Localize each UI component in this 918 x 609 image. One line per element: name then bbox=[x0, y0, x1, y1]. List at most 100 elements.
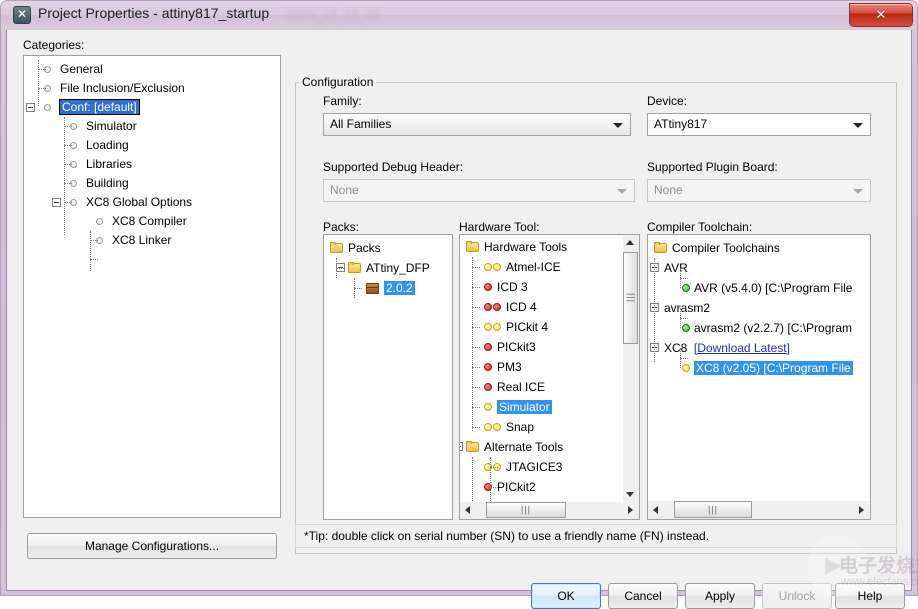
table-row[interactable]: Libraries bbox=[24, 155, 280, 174]
scroll-right-button[interactable] bbox=[854, 501, 870, 518]
compiler-toolchain-hscrollbar[interactable]: ||| bbox=[647, 501, 871, 520]
help-button[interactable]: Help bbox=[835, 583, 905, 609]
categories-tree[interactable]: General File Inclusion/Exclusion Conf: [de… bbox=[23, 55, 281, 518]
table-row[interactable]: File Inclusion/Exclusion bbox=[24, 79, 280, 98]
table-row[interactable]: Atmel-ICE bbox=[460, 257, 623, 277]
apply-button[interactable]: Apply bbox=[685, 583, 755, 609]
compiler-toolchain-tree[interactable]: Compiler Toolchains AVR AVR (v5.4.0) [C:\P… bbox=[647, 234, 871, 502]
plugin-board-select[interactable]: None bbox=[647, 179, 871, 202]
download-latest-link[interactable]: [Download Latest] bbox=[694, 338, 790, 358]
table-row[interactable]: General bbox=[24, 60, 280, 79]
cancel-button[interactable]: Cancel bbox=[608, 583, 678, 609]
scroll-left-button[interactable] bbox=[460, 502, 476, 518]
hardware-tool-label: Hardware Tool: bbox=[459, 220, 540, 234]
tree-item-label: ATtiny_DFP bbox=[366, 261, 430, 275]
chevron-down-icon bbox=[613, 123, 623, 128]
table-row[interactable]: Alternate Tools bbox=[460, 437, 623, 457]
status-dot-icon bbox=[484, 403, 492, 411]
table-row[interactable]: PICkit3 bbox=[460, 337, 623, 357]
hscroll-thumb[interactable]: ||| bbox=[674, 501, 752, 518]
table-row[interactable]: Packs bbox=[324, 238, 452, 258]
hardware-tool-hscrollbar[interactable]: ||| bbox=[459, 502, 640, 520]
table-row[interactable]: PM3 bbox=[460, 357, 623, 377]
table-row[interactable]: 2.0.2 bbox=[324, 278, 452, 298]
table-row[interactable]: Real ICE bbox=[460, 377, 623, 397]
table-row[interactable]: Building bbox=[24, 174, 280, 193]
manage-configurations-label: Manage Configurations... bbox=[84, 539, 220, 553]
tree-line bbox=[64, 126, 72, 127]
tree-item-label: XC8 bbox=[664, 341, 688, 355]
table-row[interactable]: XC8 Linker bbox=[24, 231, 280, 250]
hardware-tool-tree[interactable]: Hardware Tools Atmel-ICE ICD 3 ICD 4 PICkit … bbox=[459, 234, 624, 503]
tree-line bbox=[680, 278, 688, 279]
tree-line bbox=[64, 183, 72, 184]
table-row[interactable]: Snap bbox=[460, 417, 623, 437]
status-dot-icon bbox=[682, 324, 690, 332]
status-dot-icon bbox=[493, 323, 501, 331]
tree-item-label: Loading bbox=[86, 138, 129, 152]
configuration-legend: Configuration bbox=[299, 75, 377, 89]
expander-icon[interactable] bbox=[460, 442, 463, 451]
tree-line bbox=[90, 259, 98, 260]
tree-line bbox=[472, 347, 480, 348]
scroll-right-button[interactable] bbox=[623, 502, 639, 518]
device-select[interactable]: ATtiny817 bbox=[647, 113, 871, 136]
status-dot-icon bbox=[682, 284, 690, 292]
table-row[interactable]: AVR (v5.4.0) [C:\Program File bbox=[648, 278, 870, 298]
table-row[interactable]: PICkit2 bbox=[460, 477, 623, 497]
tree-line bbox=[472, 307, 480, 308]
status-dot-icon bbox=[493, 303, 501, 311]
table-row[interactable]: XC8 (v2.05) [C:\Program File bbox=[648, 358, 870, 378]
tree-line bbox=[38, 69, 46, 70]
table-row[interactable]: Simulator bbox=[460, 397, 623, 417]
tree-line bbox=[490, 457, 491, 502]
status-dot-icon bbox=[484, 283, 492, 291]
tree-line bbox=[64, 145, 72, 146]
table-row[interactable]: JTAGICE3 bbox=[460, 457, 623, 477]
table-row[interactable]: Hardware Tools bbox=[460, 237, 623, 257]
table-row[interactable]: PICkit 4 bbox=[460, 317, 623, 337]
close-icon[interactable] bbox=[849, 3, 913, 27]
hscroll-thumb[interactable]: ||| bbox=[486, 502, 566, 518]
status-dot-icon bbox=[484, 423, 492, 431]
tree-line bbox=[654, 258, 655, 362]
tree-line bbox=[472, 287, 480, 288]
ok-label: OK bbox=[557, 589, 575, 603]
tree-line bbox=[472, 267, 480, 268]
tree-item-label: PICkit3 bbox=[497, 340, 536, 354]
tip-text: *Tip: double click on serial number (SN)… bbox=[295, 524, 897, 548]
table-row[interactable]: Simulator bbox=[24, 117, 280, 136]
expander-icon[interactable] bbox=[52, 198, 61, 207]
table-row[interactable]: Compiler Toolchains bbox=[648, 238, 870, 258]
expander-icon[interactable] bbox=[26, 103, 35, 112]
tree-item-label: XC8 Global Options bbox=[86, 195, 193, 209]
table-row[interactable]: XC8 Compiler bbox=[24, 212, 280, 231]
ok-button[interactable]: OK bbox=[531, 583, 601, 609]
table-row[interactable]: XC8 Global Options bbox=[24, 193, 280, 212]
table-row[interactable]: ICD 3 bbox=[460, 277, 623, 297]
status-dot-icon bbox=[493, 423, 501, 431]
packs-tree[interactable]: Packs ATtiny_DFP 2.0.2 bbox=[323, 234, 453, 520]
scroll-down-button[interactable] bbox=[623, 486, 638, 502]
vscroll-thumb[interactable]: ||| bbox=[623, 252, 638, 344]
scroll-left-button[interactable] bbox=[648, 501, 664, 518]
tree-item-label: Libraries bbox=[86, 157, 133, 171]
manage-configurations-button[interactable]: Manage Configurations... bbox=[27, 533, 277, 559]
chevron-down-icon bbox=[853, 189, 863, 194]
window-title: Project Properties - attiny817_startup bbox=[38, 5, 270, 21]
table-row[interactable]: XC8 [Download Latest] bbox=[648, 338, 870, 358]
table-row[interactable]: AVR bbox=[648, 258, 870, 278]
debug-header-value: None bbox=[330, 183, 359, 197]
table-row[interactable]: Loading bbox=[24, 136, 280, 155]
tree-line bbox=[472, 367, 480, 368]
table-row[interactable]: avrasm2 (v2.2.7) [C:\Program bbox=[648, 318, 870, 338]
compiler-toolchain-label: Compiler Toolchain: bbox=[647, 220, 753, 234]
scroll-up-button[interactable] bbox=[623, 235, 638, 251]
table-row[interactable]: avrasm2 bbox=[648, 298, 870, 318]
tree-line bbox=[680, 318, 688, 319]
table-row[interactable]: ICD 4 bbox=[460, 297, 623, 317]
hardware-tool-vscrollbar[interactable]: ||| bbox=[623, 234, 640, 503]
family-select[interactable]: All Families bbox=[323, 113, 631, 136]
debug-header-select[interactable]: None bbox=[323, 179, 635, 202]
table-row[interactable]: Conf: [default] bbox=[24, 98, 280, 117]
